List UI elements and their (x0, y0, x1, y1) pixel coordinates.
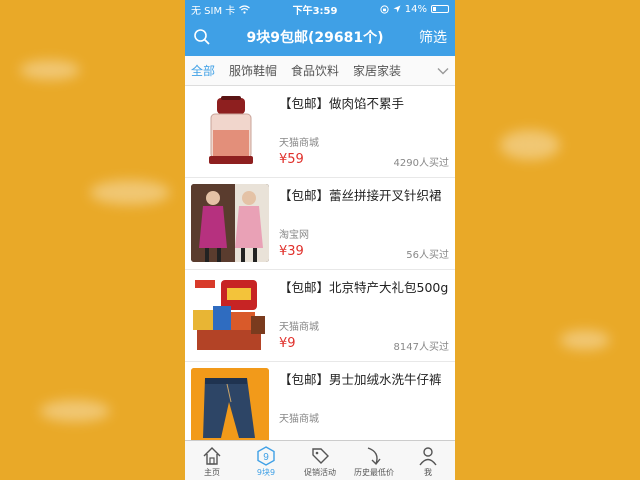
list-item[interactable]: 【包邮】蕾丝拼接开叉针织裙 淘宝网 ¥39 56人买过 (185, 178, 455, 270)
tabbar-home[interactable]: 主页 (185, 441, 239, 480)
background-blob (20, 60, 80, 80)
product-price: ¥9 (279, 336, 296, 351)
bottom-tab-bar: 主页 9 9块9 促销活动 历史最低价 我 (185, 440, 455, 480)
nine-badge-icon: 9 (257, 446, 275, 466)
product-list: 【包邮】做肉馅不累手 天猫商城 ¥59 4290人买过 【包邮】蕾丝拼接开叉针织… (185, 86, 455, 454)
category-tabs: 全部 服饰鞋帽 食品饮料 家居家装 (185, 56, 455, 86)
shop-name: 天猫商城 (279, 138, 319, 149)
product-price: ¥39 (279, 244, 304, 259)
location-icon (393, 5, 401, 13)
shop-name: 天猫商城 (279, 322, 319, 333)
sold-count: 8147人买过 (393, 342, 449, 353)
tab-food[interactable]: 食品饮料 (291, 62, 339, 79)
battery-icon (431, 5, 449, 13)
home-icon (203, 447, 221, 465)
phone-screen: 无 SIM 卡 下午3:59 14% 9块9包邮(29681个) 筛选 全部 服… (185, 0, 455, 480)
sold-count: 4290人买过 (393, 158, 449, 169)
down-arrow-icon (367, 447, 381, 466)
top-bar: 无 SIM 卡 下午3:59 14% 9块9包邮(29681个) 筛选 (185, 0, 455, 56)
rotation-lock-icon (380, 4, 389, 14)
tabbar-label: 促销活动 (304, 468, 336, 477)
product-image (191, 276, 269, 354)
wifi-icon (239, 4, 251, 14)
background-blob (90, 180, 170, 205)
status-bar: 无 SIM 卡 下午3:59 14% (185, 0, 455, 18)
product-title: 【包邮】男士加绒水洗牛仔裤 (279, 372, 442, 387)
search-icon[interactable] (193, 28, 211, 46)
product-title: 【包邮】做肉馅不累手 (279, 96, 405, 111)
product-image (191, 184, 269, 262)
tabbar-label: 历史最低价 (354, 468, 394, 477)
tabbar-label: 主页 (204, 468, 220, 477)
tab-clothing[interactable]: 服饰鞋帽 (229, 62, 277, 79)
nav-bar: 9块9包邮(29681个) 筛选 (185, 18, 455, 56)
tabbar-nine[interactable]: 9 9块9 (239, 441, 293, 480)
product-image (191, 92, 269, 170)
battery-percent: 14% (404, 3, 427, 15)
tabbar-label: 我 (424, 468, 432, 477)
list-item[interactable]: 【包邮】北京特产大礼包500g 天猫商城 ¥9 8147人买过 (185, 270, 455, 362)
carrier-label: 无 SIM 卡 (191, 5, 236, 17)
product-image (191, 368, 269, 446)
background-blob (560, 330, 610, 350)
filter-button[interactable]: 筛选 (419, 27, 447, 47)
sold-count: 56人买过 (406, 250, 449, 261)
tabbar-promotions[interactable]: 促销活动 (293, 441, 347, 480)
tabbar-me[interactable]: 我 (401, 441, 455, 480)
status-time: 下午3:59 (292, 5, 338, 17)
product-title: 【包邮】北京特产大礼包500g (279, 280, 449, 295)
tabbar-lowest-price[interactable]: 历史最低价 (347, 441, 401, 480)
tab-home[interactable]: 家居家装 (353, 62, 401, 79)
tabbar-label: 9块9 (256, 468, 276, 477)
product-title: 【包邮】蕾丝拼接开叉针织裙 (279, 188, 442, 203)
chevron-down-icon[interactable] (437, 67, 449, 75)
tag-icon (312, 448, 329, 464)
shop-name: 天猫商城 (279, 414, 319, 425)
shop-name: 淘宝网 (279, 230, 309, 241)
tab-all[interactable]: 全部 (191, 62, 215, 79)
user-icon (419, 447, 437, 466)
svg-text:9: 9 (263, 452, 269, 463)
product-price: ¥59 (279, 152, 304, 167)
background-blob (40, 400, 110, 422)
list-item[interactable]: 【包邮】做肉馅不累手 天猫商城 ¥59 4290人买过 (185, 86, 455, 178)
page-title: 9块9包邮(29681个) (246, 30, 384, 46)
background-blob (500, 130, 560, 160)
